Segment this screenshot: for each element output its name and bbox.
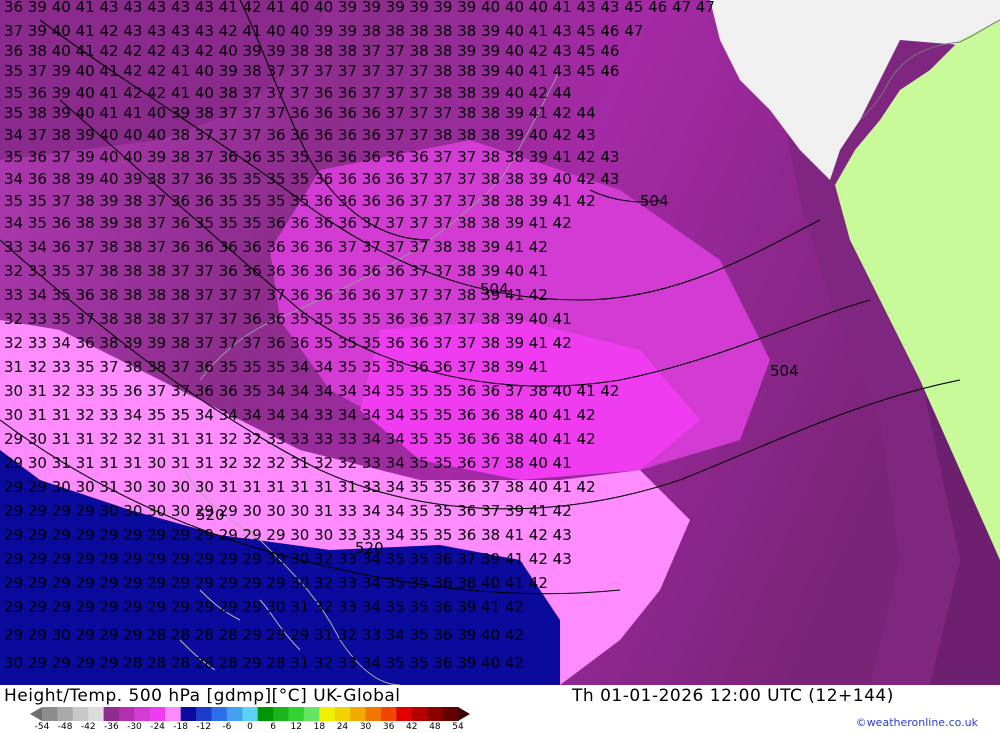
temp-label-row: 29 30 31 31 32 32 31 31 31 32 32 33 33 3… (4, 430, 596, 448)
temp-label-row: 34 37 38 39 40 40 40 38 37 37 37 36 36 3… (4, 126, 596, 144)
legend-tick-label: -18 (173, 722, 189, 732)
legend-tick-label: 54 (452, 722, 464, 732)
legend-arrow-right (458, 707, 470, 721)
legend-tick-label: 18 (313, 722, 326, 732)
temp-label-row: 35 36 39 40 41 42 42 41 40 38 37 37 37 3… (4, 84, 572, 102)
legend-tick-label: 24 (336, 722, 349, 732)
temp-label-row: 29 29 29 29 29 29 29 29 29 29 29 30 30 3… (4, 550, 572, 568)
legend-swatch (211, 707, 228, 721)
legend-tick-label: -42 (80, 722, 96, 732)
legend-swatch (257, 707, 274, 721)
legend-swatch (180, 707, 197, 721)
legend-tick-label: 30 (359, 722, 372, 732)
legend-swatch (365, 707, 382, 721)
legend-tick-label: -24 (150, 722, 165, 732)
temp-label-row: 37 39 40 41 42 43 43 43 43 42 41 40 40 3… (4, 22, 643, 40)
map-title: Height/Temp. 500 hPa [gdmp][°C] UK-Globa… (4, 686, 401, 706)
temp-label-row: 29 29 29 29 30 30 30 30 29 29 30 30 30 3… (4, 502, 572, 520)
temp-label-row: 33 34 35 36 38 38 38 38 37 37 37 37 36 3… (4, 286, 548, 304)
temp-label-row: 34 36 38 39 40 39 38 37 36 35 35 35 35 3… (4, 170, 619, 188)
height-contour-label: 520 (196, 506, 225, 524)
legend-swatch (427, 707, 444, 721)
legend-swatch (288, 707, 305, 721)
legend-tick-label: 48 (429, 722, 441, 732)
legend-swatch (319, 707, 336, 721)
legend-tick-label: 12 (290, 722, 302, 732)
legend-arrow-left (30, 707, 42, 721)
temp-label-row: 35 36 37 39 40 40 39 38 37 36 36 35 35 3… (4, 148, 619, 166)
height-contour-label: 504 (480, 280, 509, 298)
legend-tick-label: -36 (103, 722, 119, 732)
temp-label-row: 29 29 30 30 31 30 30 30 30 31 31 31 31 3… (4, 478, 596, 496)
temp-label-row: 35 35 37 38 39 38 37 36 36 35 35 35 35 3… (4, 192, 596, 210)
temp-label-row: 32 33 34 36 38 39 39 38 37 37 37 36 36 3… (4, 334, 572, 352)
legend-tick-label: 0 (247, 722, 253, 732)
legend-swatch (42, 707, 58, 721)
temp-label-row: 29 29 29 29 29 29 29 29 29 29 29 30 31 3… (4, 598, 524, 616)
legend-swatch (196, 707, 212, 721)
legend-swatch (303, 707, 320, 721)
legend-swatch (396, 707, 413, 721)
temp-label-row: 30 29 29 29 29 28 28 28 28 28 29 28 31 3… (4, 654, 524, 672)
legend-swatch (103, 707, 120, 721)
legend-swatch (273, 707, 290, 721)
temp-label-row: 33 34 36 37 38 38 37 36 36 36 36 36 36 3… (4, 238, 548, 256)
legend-tick-label: -6 (222, 722, 232, 732)
temp-label-row: 29 29 29 29 29 29 29 29 29 29 29 29 30 3… (4, 526, 572, 544)
legend-swatch (57, 707, 74, 721)
temp-label-row: 29 30 31 31 31 31 30 31 31 32 32 32 31 3… (4, 454, 572, 472)
temp-label-row: 32 33 35 37 38 38 38 37 37 37 36 36 35 3… (4, 310, 572, 328)
legend-tick-label: 42 (406, 722, 418, 732)
legend-swatch (134, 707, 151, 721)
height-contour-label: 504 (640, 192, 669, 210)
legend-swatch (380, 707, 397, 721)
legend-tick-label: -12 (196, 722, 212, 732)
legend-swatch (350, 707, 367, 721)
color-legend (30, 707, 470, 721)
temp-label-row: 29 29 30 29 29 29 28 28 28 28 29 29 29 3… (4, 626, 524, 644)
temp-label-row: 36 38 40 41 42 42 42 43 42 40 39 39 38 3… (4, 42, 619, 60)
legend-swatch (149, 707, 166, 721)
valid-time: Th 01-01-2026 12:00 UTC (12+144) (572, 686, 894, 706)
temp-label-row: 35 38 39 40 41 41 40 39 38 37 37 37 36 3… (4, 104, 596, 122)
legend-swatch (442, 707, 459, 721)
legend-tick-label: -54 (34, 722, 50, 732)
legend-swatch (334, 707, 351, 721)
temp-label-row: 34 35 36 38 39 38 37 36 35 35 35 36 36 3… (4, 214, 572, 232)
legend-tick-label: 6 (270, 722, 276, 732)
temp-label-row: 35 37 39 40 41 42 42 41 40 39 38 37 37 3… (4, 62, 619, 80)
height-contour-label: 504 (770, 362, 799, 380)
legend-swatch (242, 707, 259, 721)
temp-label-row: 31 32 33 35 37 38 38 37 36 35 35 35 34 3… (4, 358, 548, 376)
legend-swatch (119, 707, 135, 721)
temp-label-row: 36 39 40 41 43 43 43 43 43 41 42 41 40 4… (4, 0, 715, 16)
legend-swatch (165, 707, 182, 721)
temp-label-row: 30 31 32 33 35 36 37 37 36 36 35 34 34 3… (4, 382, 619, 400)
legend-swatch (88, 707, 105, 721)
weather-map: 36 39 40 41 43 43 43 43 43 41 42 41 40 4… (0, 0, 1000, 685)
temp-label-row: 30 31 31 32 33 34 35 35 34 34 34 34 34 3… (4, 406, 596, 424)
legend-ticks: -54 -48 -42 -36 -30 -24 -18 -12 -6 0 6 12 18 24 30 36 42… (30, 722, 470, 733)
legend-tick-label: -30 (127, 722, 142, 732)
legend-tick-label: 36 (382, 722, 395, 732)
temp-label-row: 29 29 29 29 29 29 29 29 29 29 29 29 30 3… (4, 574, 548, 592)
height-contour-label: 520 (355, 539, 384, 557)
legend-swatch (411, 707, 428, 721)
legend-swatch (72, 707, 89, 721)
credit-link[interactable]: ©weatheronline.co.uk (856, 716, 978, 729)
legend-swatch (226, 707, 243, 721)
temp-label-row: 32 33 35 37 38 38 38 37 37 36 36 36 36 3… (4, 262, 548, 280)
legend-tick-label: -48 (57, 722, 73, 732)
